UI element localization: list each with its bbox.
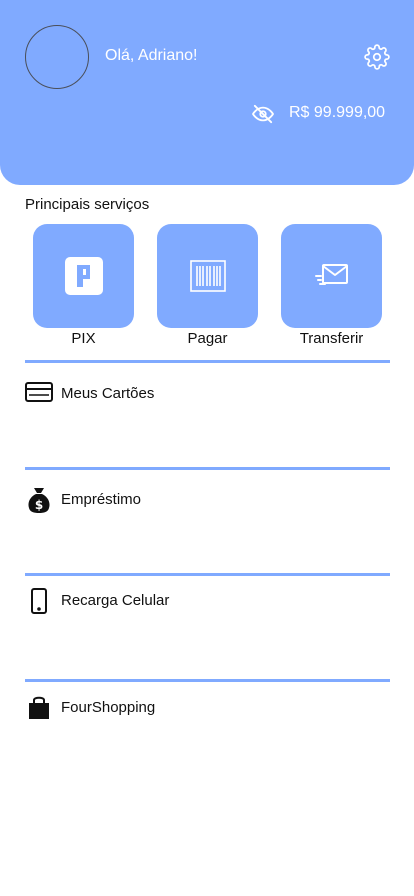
- menu-item-emprestimo[interactable]: $ Empréstimo: [25, 486, 390, 516]
- send-mail-icon: [314, 264, 348, 285]
- shopping-bag-icon: [29, 696, 49, 719]
- menu-item-meus-cartoes[interactable]: Meus Cartões: [25, 380, 390, 410]
- section-title: Principais serviços: [25, 196, 150, 213]
- pix-icon: [64, 257, 103, 295]
- eye-off-icon[interactable]: [252, 104, 274, 124]
- menu-item-label: FourShopping: [61, 699, 156, 716]
- divider: [25, 679, 390, 682]
- money-bag-icon: $: [28, 488, 50, 513]
- avatar[interactable]: [25, 25, 89, 89]
- svg-text:$: $: [35, 498, 43, 512]
- menu-item-recarga-celular[interactable]: Recarga Celular: [25, 587, 390, 617]
- pagar-button[interactable]: [157, 224, 258, 328]
- greeting-text: Olá, Adriano!: [105, 47, 198, 64]
- pix-button[interactable]: [33, 224, 134, 328]
- transferir-label: Transferir: [299, 330, 364, 347]
- mobile-phone-icon: [31, 588, 47, 614]
- divider: [25, 573, 390, 576]
- menu-item-label: Recarga Celular: [61, 592, 170, 609]
- pagar-label: Pagar: [187, 330, 228, 347]
- divider: [25, 360, 390, 363]
- credit-card-icon: [25, 382, 53, 402]
- header: Olá, Adriano! R$ 99.999,00: [0, 0, 414, 185]
- gear-icon[interactable]: [364, 44, 390, 70]
- transferir-button[interactable]: [281, 224, 382, 328]
- menu-item-label: Empréstimo: [61, 491, 142, 508]
- menu-item-label: Meus Cartões: [61, 385, 155, 402]
- barcode-icon: [189, 260, 226, 292]
- pix-label: PIX: [71, 330, 96, 347]
- balance-value: R$ 99.999,00: [289, 104, 386, 121]
- divider: [25, 467, 390, 470]
- menu-item-fourshopping[interactable]: FourShopping: [25, 694, 390, 724]
